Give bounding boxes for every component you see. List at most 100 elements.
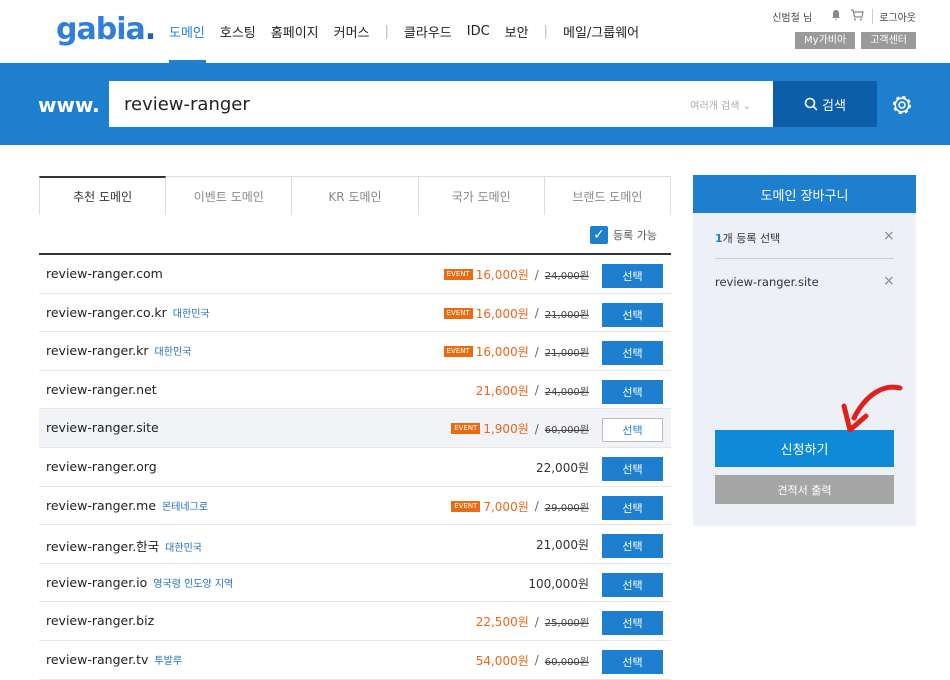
domain-name: review-ranger.com [46,266,163,281]
domain-name: review-ranger.tv 투발루 [46,652,182,667]
price-separator: / [534,421,539,436]
nav-mail-groupware[interactable]: 메일/그룹웨어 [563,22,639,41]
tab-recommended[interactable]: 추천 도메인 [39,176,167,215]
nav-idc[interactable]: IDC [467,24,490,39]
event-badge: EVENT [443,269,473,280]
domain-search-input[interactable] [124,92,664,116]
search-icon [804,97,818,111]
user-name[interactable]: 신범철 님 [772,9,812,24]
domain-name-text: review-ranger.site [46,420,159,436]
domain-name: review-ranger.한국 대한민국 [46,536,202,555]
price-area: EVENT 16,000원 / 21,000원 [443,343,589,360]
bell-icon[interactable] [830,9,842,24]
domain-row: review-ranger.me 몬테네그로 EVENT 7,000원 / 29,000원… [39,487,671,526]
domain-cart-panel: 도메인 장바구니 1개 등록 선택 × review-ranger.site ×… [693,175,916,526]
select-button[interactable]: 선택 [602,495,663,520]
domain-name: review-ranger.net [46,382,157,397]
select-button[interactable]: 선택 [602,534,663,559]
domain-name: review-ranger.co.kr 대한민국 [46,305,210,320]
domain-price: 1,900원 [483,422,529,437]
available-filter-label: 등록 가능 [613,229,657,242]
nav-commerce[interactable]: 커머스 [334,22,370,41]
domain-country: 대한민국 [154,347,192,359]
cart-icon[interactable] [850,9,864,24]
domain-name-text: review-ranger.io [46,574,148,590]
select-button[interactable]: 선택 [602,302,663,327]
domain-name: review-ranger.biz [46,613,154,628]
search-button[interactable]: 검색 [773,81,877,127]
domain-category-tabs: 추천 도메인 이벤트 도메인 KR 도메인 국가 도메인 브랜드 도메인 [39,176,672,215]
cart-divider [715,258,894,259]
tab-event[interactable]: 이벤트 도메인 [166,176,293,215]
price-area: 100,000원 [528,575,589,592]
domain-name-text: review-ranger.net [46,381,157,397]
original-price: 21,000원 [544,309,589,321]
price-area: 22,500원 / 25,000원 [476,613,589,630]
select-button[interactable]: 선택 [602,649,663,674]
select-button[interactable]: 선택 [602,418,663,443]
clear-all-close-icon[interactable]: × [883,228,895,244]
domain-country: 투발루 [154,655,183,667]
domain-name: review-ranger.org [46,459,157,474]
price-separator: / [534,267,539,282]
domain-price: 54,000원 [475,653,529,668]
price-area: 54,000원 / 60,000원 [476,652,589,669]
www-prefix: www. [38,93,100,117]
cart-selected-count: 1개 등록 선택 [715,232,781,245]
logout-link[interactable]: 로그아웃 [872,9,916,24]
domain-row: review-ranger.biz 22,500원 / 25,000원 선택 [39,602,671,641]
tab-country[interactable]: 국가 도메인 [418,176,545,215]
price-separator: / [534,383,539,398]
domain-row: review-ranger.site EVENT 1,900원 / 60,000원 선택 [39,409,671,448]
domain-price: 100,000원 [528,576,589,591]
domain-result-list: review-ranger.com EVENT 16,000원/24,000원 선택 r… [39,253,671,680]
original-price: 24,000원 [544,271,589,282]
domain-name-text: review-ranger.co.kr [46,304,167,320]
multi-search-dropdown[interactable]: 여러개 검색 ⌄ [690,97,751,112]
domain-name: review-ranger.kr 대한민국 [46,343,191,358]
select-button[interactable]: 선택 [602,611,663,636]
nav-hosting[interactable]: 호스팅 [220,22,256,41]
customer-center-button[interactable]: 고객센터 [861,32,916,49]
tab-kr[interactable]: KR 도메인 [292,176,419,215]
nav-domain[interactable]: 도메인 [169,22,205,41]
domain-row: review-ranger.com EVENT 16,000원 / 24,000원 선택 [39,255,671,294]
my-gabia-button[interactable]: My가비아 [795,32,856,49]
domain-name-text: review-ranger.한국 [46,539,160,555]
select-button[interactable]: 선택 [602,456,663,481]
domain-name-text: review-ranger.com [46,266,163,281]
select-button[interactable]: 선택 [602,341,663,366]
domain-price: 16,000원 [475,268,529,282]
select-button[interactable]: 선택 [602,572,663,597]
tab-brand[interactable]: 브랜드 도메인 [544,176,672,215]
nav-separator: | [384,24,389,39]
available-filter[interactable]: ✓ 등록 가능 [590,226,657,244]
nav-security[interactable]: 보안 [505,22,529,41]
domain-row: review-ranger.io 영국령 인도양 지역 100,000원 선택 [39,564,671,603]
domain-price: 21,000원 [535,538,589,553]
utility-buttons: My가비아 고객센터 [789,32,916,49]
nav-homepage[interactable]: 홈페이지 [271,22,319,41]
domain-row: review-ranger.net 21,600원 / 24,000원 선택 [39,371,671,410]
price-separator: / [534,614,539,629]
nav-separator: | [543,24,548,39]
gear-icon[interactable] [889,92,915,118]
price-separator: / [534,344,539,359]
nav-cloud[interactable]: 클라우드 [404,22,452,41]
remove-item-close-icon[interactable]: × [883,273,895,289]
domain-country: 대한민국 [165,543,202,555]
price-separator: / [534,499,539,514]
print-quote-button[interactable]: 견적서 출력 [715,475,894,504]
price-area: EVENT 7,000원 / 29,000원 [451,498,589,515]
price-area: 21,000원 [536,536,589,553]
domain-row: review-ranger.co.kr 대한민국 EVENT 16,000원 / 21,0… [39,294,671,333]
domain-country: 몬테네그로 [162,501,209,513]
checkbox-checked-icon[interactable]: ✓ [590,226,608,244]
price-area: 21,600원 / 24,000원 [476,382,589,399]
domain-row: review-ranger.kr 대한민국 EVENT 16,000원 / 21,000원… [39,332,671,371]
select-button[interactable]: 선택 [602,379,663,404]
price-area: EVENT 1,900원 / 60,000원 [451,420,589,437]
domain-name: review-ranger.site [46,420,159,435]
gabia-logo[interactable]: gabia. [56,12,156,47]
select-button[interactable]: 선택 [602,264,663,288]
